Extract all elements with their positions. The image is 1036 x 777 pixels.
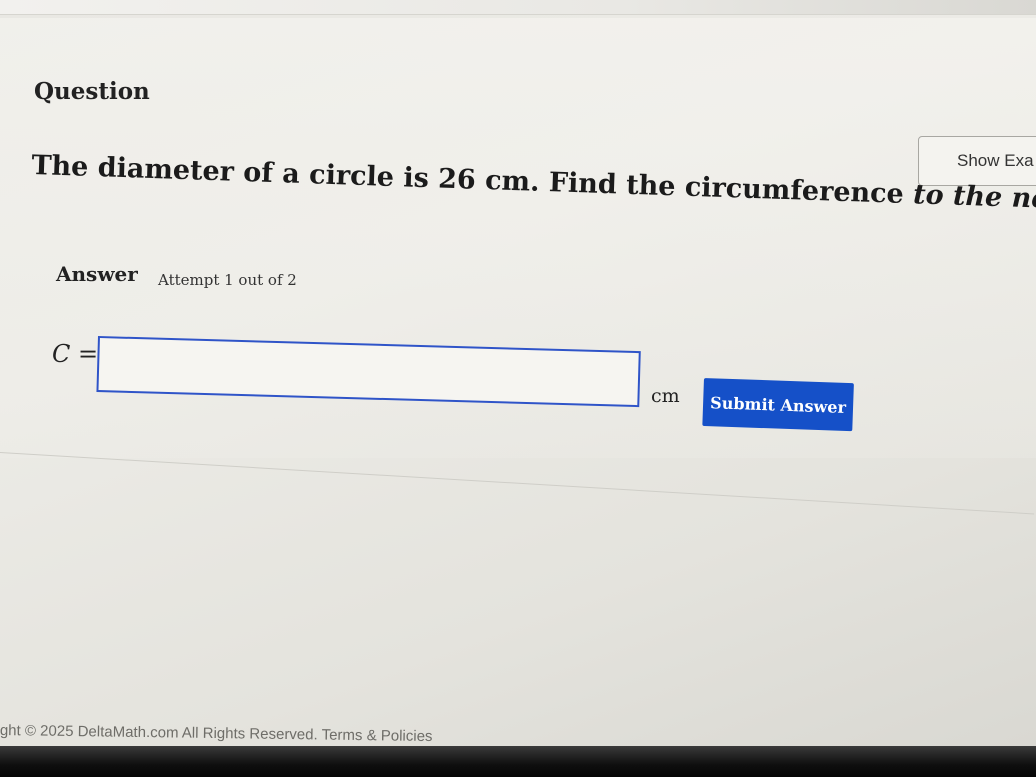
unit-label: cm [651, 385, 680, 407]
equation-label: C = [52, 340, 98, 368]
answer-input[interactable] [96, 336, 641, 408]
show-example-button[interactable]: Show Exa [918, 136, 1036, 186]
attempt-counter: Attempt 1 out of 2 [158, 271, 297, 289]
top-strip [0, 0, 1036, 15]
submit-answer-button[interactable]: Submit Answer [702, 378, 854, 432]
footer-copyright: ght © 2025 DeltaMath.com All Rights Rese… [0, 722, 318, 744]
terms-policies-link[interactable]: Terms & Policies [322, 726, 433, 745]
answer-label: Answer [56, 262, 138, 286]
footer: ght © 2025 DeltaMath.com All Rights Rese… [0, 722, 433, 745]
question-heading: Question [34, 78, 150, 105]
answer-section: Answer Attempt 1 out of 2 C = cm Submit … [0, 240, 1036, 450]
equation-equals: = [70, 340, 99, 368]
screen-bezel [0, 746, 1036, 777]
section-divider [0, 452, 1035, 515]
equation-variable: C [52, 340, 71, 368]
